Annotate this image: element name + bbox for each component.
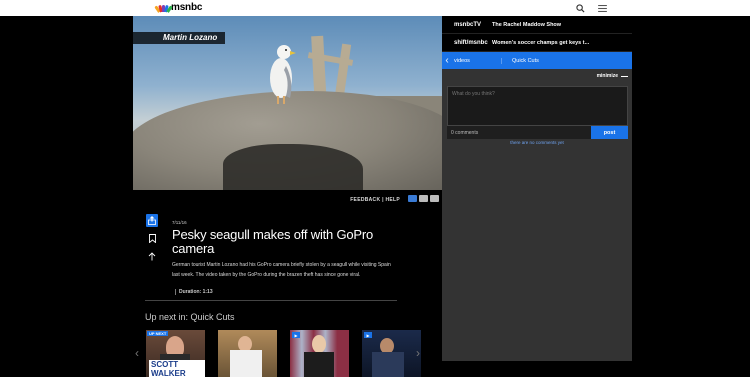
section-label: Quick Cuts: [512, 57, 539, 64]
comment-input[interactable]: [447, 86, 628, 126]
minimize-button[interactable]: minimize: [597, 73, 628, 79]
videos-tab[interactable]: videos: [452, 57, 502, 64]
thumbnail-person: [372, 352, 404, 377]
top-navigation-bar: msnbc: [0, 0, 750, 16]
up-next-carousel: ‹ SCOTT WALKER UP NEXT ▶ ▶ ›: [133, 330, 442, 377]
article-headline: Pesky seagull makes off with GoPro camer…: [172, 227, 374, 256]
video-thumbnail[interactable]: ▶: [362, 330, 421, 377]
comment-count: 0 comments: [451, 130, 479, 136]
no-comments-text: there are no comments yet: [510, 140, 564, 145]
article-info: 7/11/16 Pesky seagull makes off with GoP…: [172, 220, 397, 298]
video-frame-shadow: [223, 144, 363, 190]
article-date: 7/11/16: [172, 220, 187, 225]
video-player[interactable]: Martin Lozano: [133, 16, 442, 190]
carousel-prev-arrow[interactable]: ‹: [135, 346, 139, 360]
embed-icon[interactable]: [146, 250, 158, 263]
article-description: German tourist Martin Lozano had his GoP…: [172, 262, 391, 278]
comment-bar: 0 comments post: [447, 126, 628, 139]
logo-text: msnbc: [171, 2, 203, 13]
search-icon[interactable]: [574, 2, 586, 14]
network-label: shift/msnbc: [454, 39, 488, 46]
videos-nav-bar: ‹ videos Quick Cuts: [442, 52, 632, 69]
schedule-item[interactable]: shift/msnbc Women's soccer champs get ke…: [442, 34, 632, 52]
list-view-icon[interactable]: [408, 195, 417, 202]
video-controls-bar: FEEDBACK | HELP: [133, 190, 442, 212]
carousel-next-arrow[interactable]: ›: [416, 346, 420, 360]
hamburger-menu-icon[interactable]: [596, 2, 608, 14]
minimize-icon: [621, 75, 628, 77]
post-button[interactable]: post: [591, 126, 628, 139]
compact-view-icon[interactable]: [419, 195, 428, 202]
feedback-help-link[interactable]: FEEDBACK | HELP: [350, 197, 400, 203]
video-thumbnail[interactable]: [218, 330, 277, 377]
share-icon[interactable]: [146, 214, 158, 227]
video-name-caption: Martin Lozano: [133, 32, 226, 44]
peacock-icon: [154, 4, 173, 13]
minimize-label: minimize: [596, 73, 618, 79]
video-thumbnail[interactable]: SCOTT WALKER UP NEXT: [146, 330, 205, 377]
thumbnail-person: [230, 350, 262, 377]
back-chevron-icon[interactable]: ‹: [442, 52, 452, 69]
thumbnail-overlay-text: SCOTT WALKER: [149, 360, 205, 377]
msnbc-logo[interactable]: msnbc: [154, 2, 203, 13]
main-content: Martin Lozano FEEDBACK | HELP 7/11/16 Pe…: [133, 16, 442, 377]
up-next-heading: Up next in: Quick Cuts: [145, 312, 235, 322]
bookmark-icon[interactable]: [146, 232, 158, 245]
show-title: Women's soccer champs get keys t...: [492, 39, 590, 46]
grid-view-icon[interactable]: [430, 195, 439, 202]
show-title: The Rachel Maddow Show: [492, 21, 562, 28]
right-sidebar: msnbcTV The Rachel Maddow Show shift/msn…: [442, 16, 632, 361]
play-icon: ▶: [364, 332, 372, 338]
thumbnail-person: [312, 335, 326, 353]
up-next-badge: UP NEXT: [147, 331, 169, 336]
schedule-item[interactable]: msnbcTV The Rachel Maddow Show: [442, 16, 632, 34]
article-tools: [146, 214, 158, 268]
video-duration: Duration: 1:13: [175, 289, 213, 295]
video-thumbnail[interactable]: ▶: [290, 330, 349, 377]
seagull-image: [270, 45, 296, 104]
network-label: msnbcTV: [454, 21, 482, 28]
left-blank-panel: [0, 16, 133, 361]
section-divider: [145, 300, 397, 301]
play-icon: ▶: [292, 332, 300, 338]
thumbnail-person: [304, 352, 334, 377]
